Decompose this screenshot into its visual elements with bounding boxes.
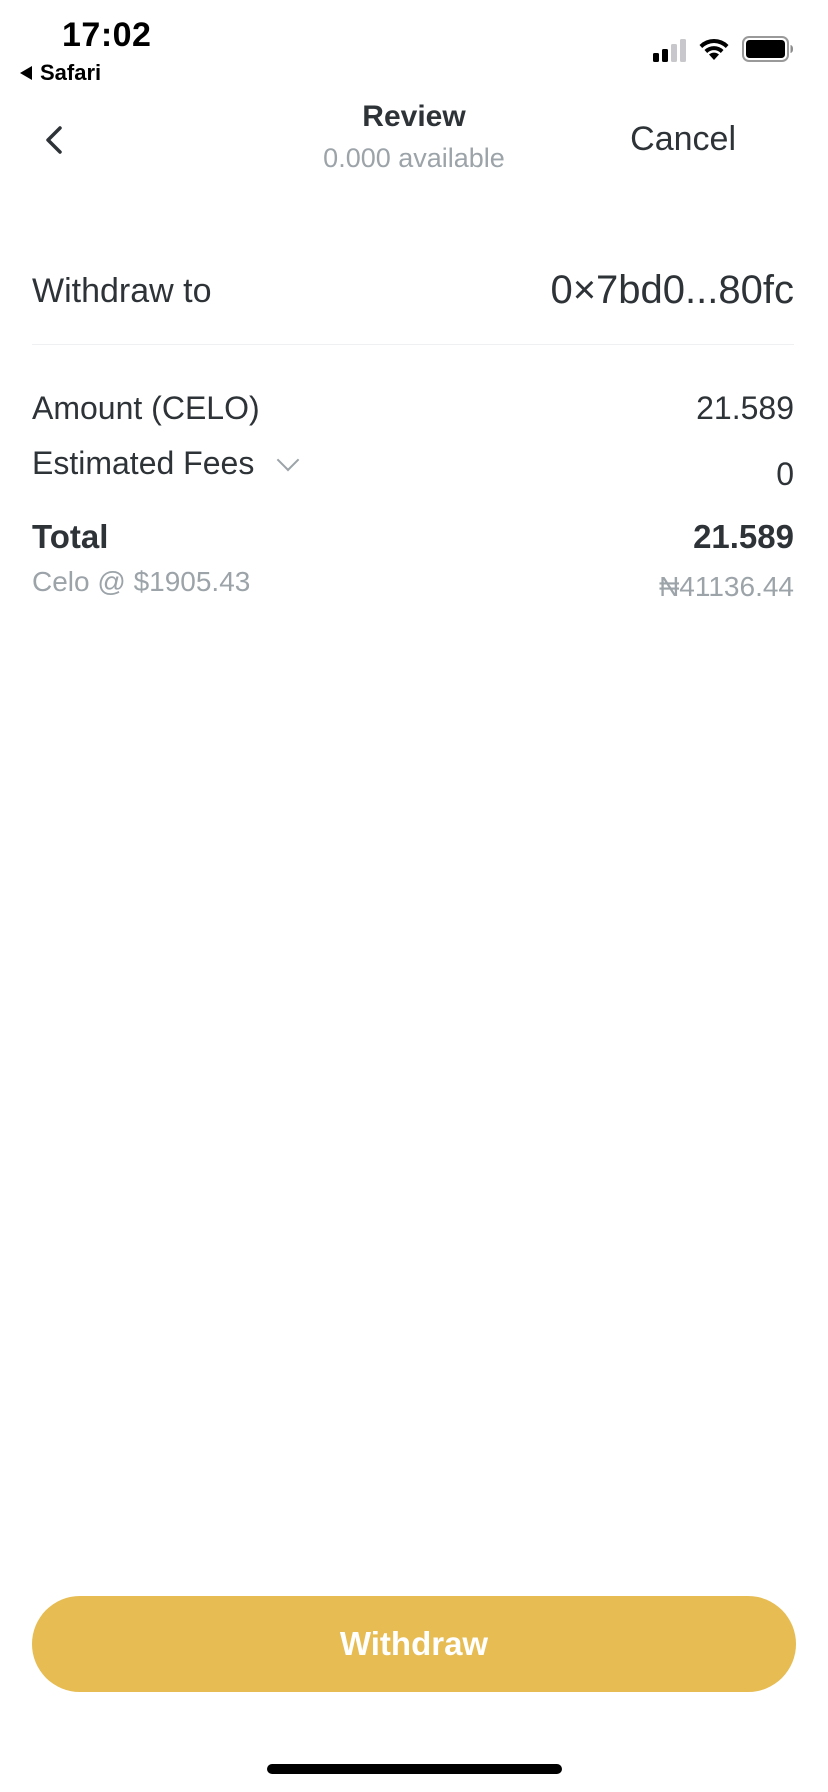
- status-time: 17:02: [62, 16, 152, 54]
- estimated-fees-label: Estimated Fees: [32, 445, 255, 481]
- exchange-rate: Celo @ $1905.43: [32, 566, 251, 597]
- amount-value: 21.589: [696, 390, 794, 426]
- battery-icon: [742, 36, 793, 62]
- total-value: 21.589: [693, 518, 794, 555]
- total-label: Total: [32, 518, 109, 555]
- withdraw-button[interactable]: Withdraw: [32, 1596, 796, 1692]
- divider: [32, 344, 794, 345]
- amount-label: Amount (CELO): [32, 390, 260, 426]
- cancel-button[interactable]: Cancel: [630, 120, 736, 159]
- back-app-label: Safari: [40, 60, 102, 85]
- back-triangle-icon: [20, 66, 32, 80]
- chevron-down-icon: [276, 448, 300, 471]
- total-local-currency: ₦41136.44: [659, 571, 794, 602]
- back-to-app-link[interactable]: Safari: [20, 60, 101, 86]
- estimated-fees-toggle[interactable]: Estimated Fees: [32, 445, 300, 482]
- signal-icon: [653, 38, 686, 62]
- withdraw-address: 0×7bd0...80fc: [550, 268, 794, 312]
- home-indicator: [267, 1764, 562, 1774]
- wifi-icon: [699, 38, 729, 60]
- withdraw-to-label: Withdraw to: [32, 272, 212, 310]
- estimated-fees-value: 0: [776, 456, 794, 492]
- status-icons: [653, 36, 794, 62]
